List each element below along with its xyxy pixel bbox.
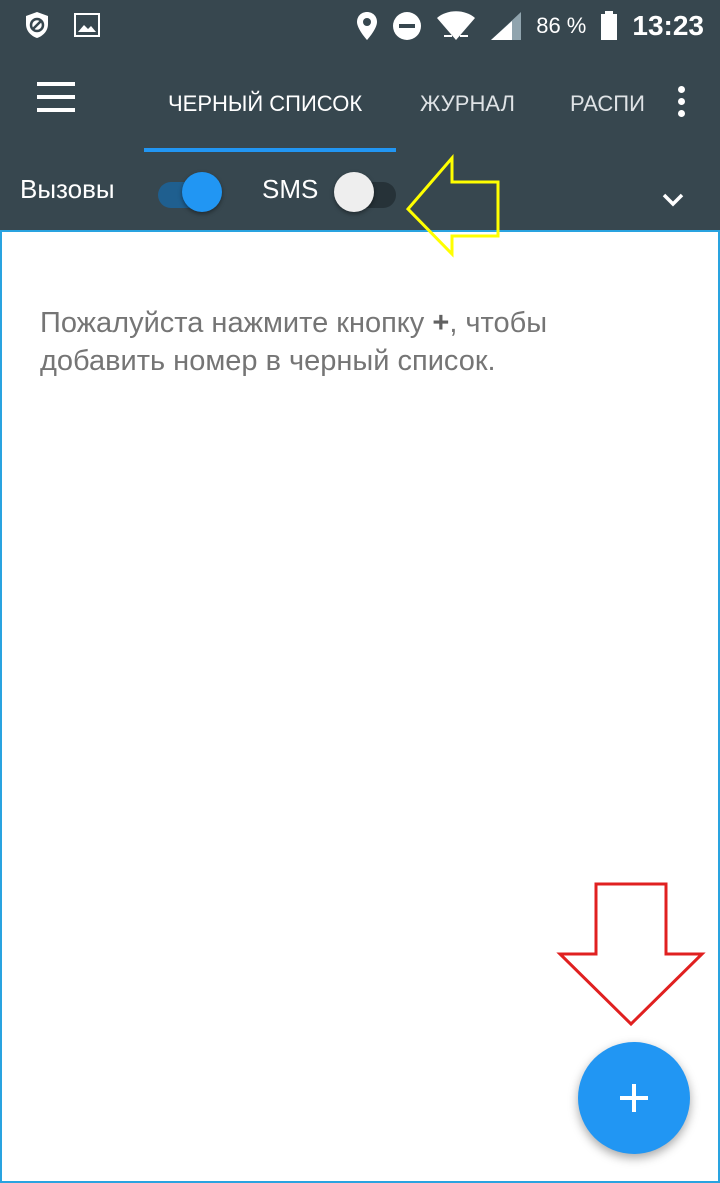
red-arrow-annotation	[556, 882, 706, 1027]
yellow-arrow-annotation	[405, 153, 500, 258]
annotation-overlay	[405, 153, 706, 1027]
